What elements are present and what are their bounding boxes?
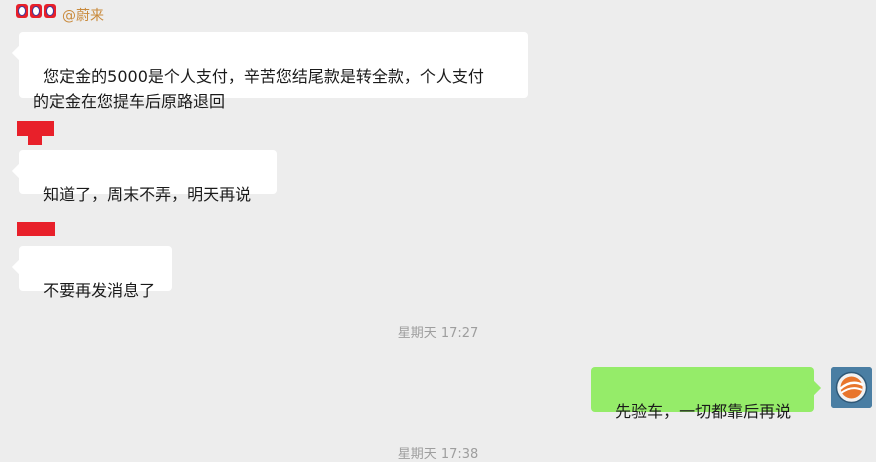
message-bubble-1[interactable]: 您定金的5000是个人支付，辛苦您结尾款是转全款，个人支付 的定金在您提车后原路… <box>19 32 528 111</box>
message-text-1: 您定金的5000是个人支付，辛苦您结尾款是转全款，个人支付 的定金在您提车后原路… <box>33 67 484 111</box>
redaction-block <box>16 4 28 18</box>
redaction-block <box>30 4 42 18</box>
redaction-block <box>44 4 56 18</box>
sender-name-1[interactable]: @蔚来 <box>62 5 104 25</box>
message-bubble-3[interactable]: 不要再发消息了 <box>19 246 172 300</box>
redacted-sender-mark-2 <box>28 136 42 145</box>
my-message-bubble[interactable]: 先验车，一切都靠后再说 <box>591 367 814 421</box>
redacted-sender-avatar-1 <box>16 4 56 20</box>
my-message-text: 先验车，一切都靠后再说 <box>615 402 792 421</box>
timestamp-divider-2: 星期天 17:38 <box>397 447 479 462</box>
message-text-3: 不要再发消息了 <box>43 281 156 300</box>
redacted-sender-name-2 <box>17 121 54 136</box>
redacted-sender-name-3 <box>17 222 55 236</box>
timestamp-divider: 星期天 17:27 <box>397 326 479 341</box>
my-avatar[interactable] <box>831 367 872 408</box>
message-text-2: 知道了，周末不弄，明天再说 <box>43 185 252 204</box>
message-bubble-2[interactable]: 知道了，周末不弄，明天再说 <box>19 150 277 204</box>
avatar-logo-icon <box>831 367 872 408</box>
